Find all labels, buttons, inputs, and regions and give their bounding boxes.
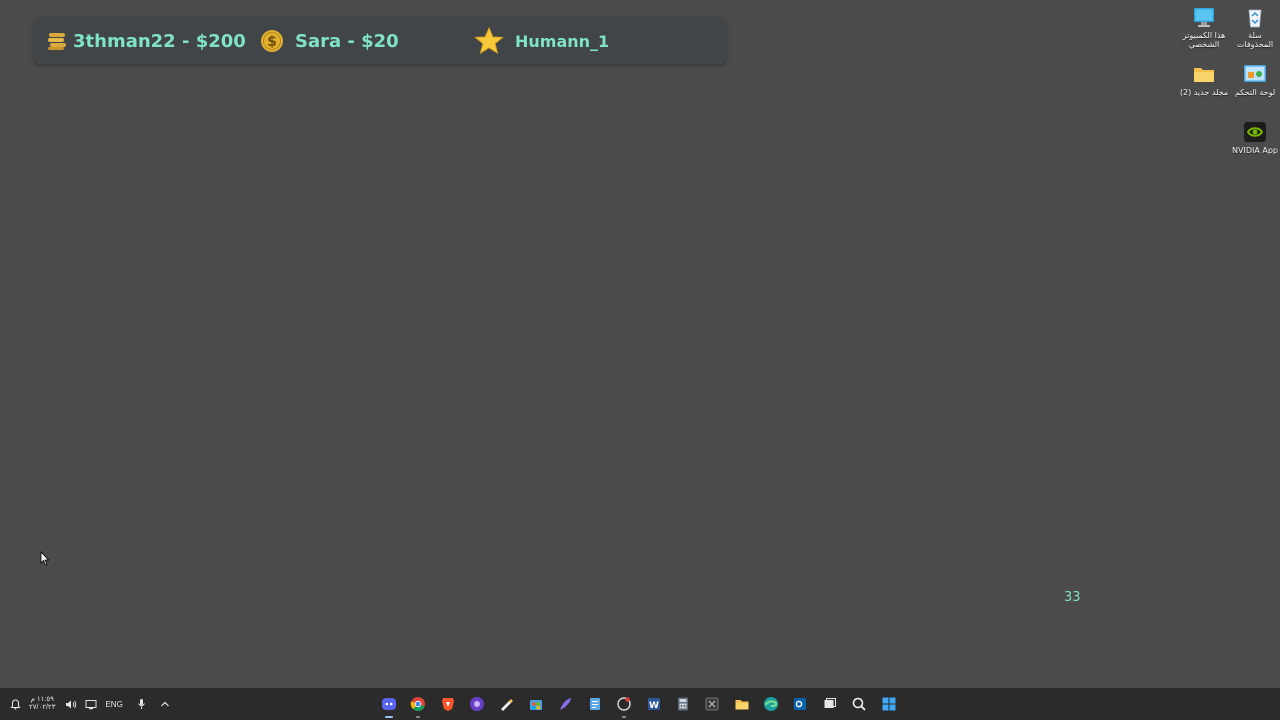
taskbar-clock[interactable]: ١١:٥٩ م ٢٧/٠٢/٢٣ [29,696,55,712]
desktop-icon-new-folder[interactable]: مجلد جديد (2) [1179,63,1229,97]
donation-overlay: 3thman22 - $200 $ Sara - $20 Humann_1 [34,18,726,64]
volume-icon[interactable] [65,699,77,710]
network-icon[interactable] [85,699,97,710]
app-icon[interactable] [466,693,488,715]
brave-icon[interactable] [437,693,459,715]
counter-text: 33 [1064,590,1081,605]
excel-icon[interactable] [701,693,723,715]
desktop: 3thman22 - $200 $ Sara - $20 Humann_1 هذ… [0,0,1280,688]
microphone-icon[interactable] [137,698,146,710]
coins-icon [48,33,66,50]
notification-icon[interactable] [10,698,21,710]
screenshot-icon[interactable] [613,693,635,718]
desktop-icon-label: سلة المحذوفات [1236,31,1274,49]
computer-icon [1194,8,1214,27]
desktop-icon-label: لوحة التحكم [1234,88,1276,97]
desktop-icon-nvidia-app[interactable]: NVIDIA App [1230,121,1280,155]
donation-item-3: Humann_1 [474,18,609,64]
word-icon[interactable]: W [643,693,665,715]
notepad-icon[interactable] [584,693,606,715]
donation-text-2: Sara - $20 [295,30,399,52]
dollar-coin-icon: $ [261,30,283,52]
start-icon[interactable] [878,693,900,715]
folder-icon [1194,68,1214,82]
desktop-icon-label: هذا الكمبيوتر الشخصي [1182,31,1226,49]
desktop-icon-label: مجلد جديد (2) [1179,88,1229,97]
file-explorer-icon[interactable] [731,693,753,715]
star-icon [474,26,504,55]
edge-icon[interactable] [760,693,782,715]
calculator-icon[interactable] [672,693,694,715]
search-icon[interactable] [848,693,870,715]
svg-text:W: W [649,701,659,711]
control-panel-icon [1244,65,1266,82]
nvidia-icon [1244,122,1266,142]
clock-date: ٢٧/٠٢/٢٣ [29,704,56,711]
donation-item-2: $ Sara - $20 [260,18,399,64]
taskbar-apps: W [378,688,907,720]
language-indicator[interactable]: ENG [105,700,122,709]
chevron-up-icon[interactable] [160,700,170,708]
desktop-icon-this-pc[interactable]: هذا الكمبيوتر الشخصي [1179,6,1229,49]
recycle-bin-icon [1248,9,1262,28]
feather-icon[interactable] [554,693,576,715]
pen-tool-icon[interactable] [496,693,518,715]
system-tray: ١١:٥٩ م ٢٧/٠٢/٢٣ ENG [10,688,178,720]
taskbar: ١١:٥٩ م ٢٧/٠٢/٢٣ ENG W [0,688,1280,720]
donation-item-1: 3thman22 - $200 [46,18,246,64]
desktop-icon-control-panel[interactable]: لوحة التحكم [1230,63,1280,97]
task-view-icon[interactable] [819,693,841,715]
desktop-icon-label: NVIDIA App [1232,146,1278,155]
discord-icon[interactable] [378,693,400,718]
donation-text-3: Humann_1 [515,31,610,51]
chrome-icon[interactable] [407,693,429,718]
mouse-cursor-icon [40,551,50,566]
clock-time: ١١:٥٩ م [30,696,54,703]
desktop-icon-recycle-bin[interactable]: سلة المحذوفات [1230,6,1280,49]
outlook-icon[interactable] [789,693,811,715]
store-icon[interactable] [525,693,547,715]
svg-text:$: $ [267,34,277,50]
donation-text-1: 3thman22 - $200 [73,30,246,52]
